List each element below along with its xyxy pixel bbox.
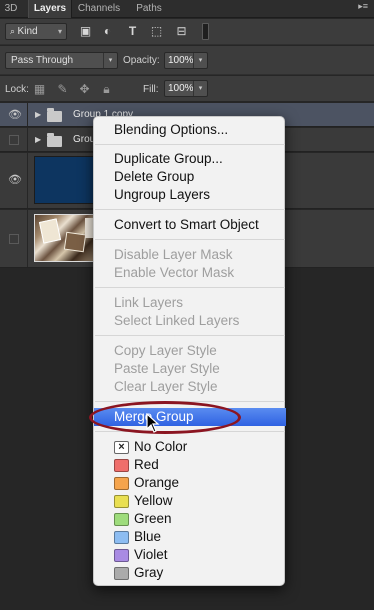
blend-mode-value: Pass Through [11, 55, 74, 66]
opacity-label: Opacity: [123, 55, 160, 66]
menu-item-clear-layer-style: Clear Layer Style [114, 379, 218, 394]
panel-tab-bar: 3D Layers Channels Paths ▸≡ [0, 0, 374, 18]
disclosure-triangle-icon[interactable]: ▶ [35, 135, 41, 144]
menu-separator [95, 335, 285, 336]
pixel-filter-icon[interactable]: ▣ [79, 25, 92, 38]
menu-item-color-orange[interactable]: Orange [134, 474, 179, 492]
disclosure-triangle-icon[interactable]: ▶ [35, 110, 41, 119]
layer-filter-bar: ⌕ Kind ▾ ▣ ◐ T ⬚ ⊟ [0, 19, 374, 45]
color-swatch-blue [114, 531, 129, 544]
search-icon: ⌕ [10, 26, 18, 36]
smart-object-filter-icon[interactable]: ⊟ [175, 25, 188, 38]
visibility-column: 👁︎ [0, 103, 28, 126]
menu-item-select-linked-layers: Select Linked Layers [114, 313, 240, 328]
opacity-value: 100% [168, 55, 194, 66]
menu-item-blending-options[interactable]: Blending Options... [114, 121, 228, 139]
adjustment-filter-icon[interactable]: ◐ [101, 25, 114, 38]
menu-item-copy-layer-style: Copy Layer Style [114, 343, 217, 358]
color-swatch-green [114, 513, 129, 526]
color-swatch-gray [114, 567, 129, 580]
visibility-column [0, 128, 28, 151]
eye-icon[interactable]: 👁︎ [8, 173, 22, 186]
menu-separator [95, 287, 285, 288]
menu-item-color-yellow[interactable]: Yellow [134, 492, 173, 510]
filter-toggle-switch[interactable] [202, 23, 209, 40]
menu-item-disable-layer-mask: Disable Layer Mask [114, 247, 233, 262]
mouse-cursor-icon [146, 413, 160, 433]
type-filter-icon[interactable]: T [126, 25, 139, 38]
visibility-off-icon[interactable] [9, 234, 19, 244]
menu-item-color-blue[interactable]: Blue [134, 528, 161, 546]
menu-item-color-green[interactable]: Green [134, 510, 172, 528]
lock-transparent-icon[interactable]: ▦ [33, 83, 46, 96]
color-swatch-orange [114, 477, 129, 490]
eye-icon[interactable]: 👁︎ [8, 108, 22, 121]
chevron-down-icon: ▾ [57, 27, 62, 36]
menu-item-convert-to-smart-object[interactable]: Convert to Smart Object [114, 216, 259, 234]
folder-icon [47, 108, 62, 122]
lock-position-icon[interactable]: ✥ [78, 83, 91, 96]
opacity-field[interactable]: 100% ▾ [164, 52, 208, 69]
menu-item-color-gray[interactable]: Gray [134, 564, 163, 582]
color-swatch-violet [114, 549, 129, 562]
visibility-off-icon[interactable] [9, 135, 19, 145]
chevron-down-icon: ▾ [103, 53, 117, 68]
menu-item-duplicate-group[interactable]: Duplicate Group... [114, 150, 223, 168]
layer-context-menu: Blending Options... Duplicate Group... D… [93, 116, 286, 586]
lock-image-icon[interactable]: ✎ [56, 83, 69, 96]
tab-layers[interactable]: Layers [28, 0, 72, 18]
lock-bar: Lock: ▦ ✎ ✥ 🔒︎ Fill: 100% ▾ [0, 76, 374, 102]
menu-separator [95, 144, 285, 145]
panel-menu-icon[interactable]: ▸≡ [358, 1, 368, 12]
annotation-ellipse [89, 401, 241, 434]
folder-icon [47, 133, 62, 147]
menu-item-enable-vector-mask: Enable Vector Mask [114, 265, 235, 280]
lock-label: Lock: [5, 84, 29, 95]
layer-thumbnail [34, 156, 100, 204]
visibility-column: 👁︎ [0, 153, 28, 208]
menu-item-paste-layer-style: Paste Layer Style [114, 361, 220, 376]
tab-paths[interactable]: Paths [130, 0, 168, 18]
fill-value: 100% [168, 83, 194, 94]
color-swatch-yellow [114, 495, 129, 508]
tab-channels[interactable]: Channels [74, 0, 124, 18]
visibility-column [0, 210, 28, 267]
menu-separator [95, 239, 285, 240]
menu-item-ungroup-layers[interactable]: Ungroup Layers [114, 186, 210, 204]
menu-item-link-layers: Link Layers [114, 295, 184, 310]
filter-kind-select[interactable]: ⌕ Kind ▾ [5, 23, 67, 40]
no-color-icon: × [114, 441, 129, 454]
color-swatch-red [114, 459, 129, 472]
chevron-down-icon: ▾ [193, 53, 207, 68]
menu-item-color-red[interactable]: Red [134, 456, 159, 474]
blend-mode-select[interactable]: Pass Through ▾ [5, 52, 118, 69]
fill-label: Fill: [143, 84, 159, 95]
chevron-down-icon: ▾ [193, 81, 207, 96]
fill-field[interactable]: 100% ▾ [164, 80, 208, 97]
shape-filter-icon[interactable]: ⬚ [150, 25, 163, 38]
blend-mode-bar: Pass Through ▾ Opacity: 100% ▾ [0, 46, 374, 75]
menu-item-color-violet[interactable]: Violet [134, 546, 168, 564]
tab-3d[interactable]: 3D [0, 0, 22, 18]
lock-all-icon[interactable]: 🔒︎ [100, 83, 113, 96]
menu-item-delete-group[interactable]: Delete Group [114, 168, 194, 186]
filter-kind-label: Kind [17, 26, 38, 37]
menu-item-color-no-color[interactable]: No Color [134, 438, 187, 456]
layer-thumbnail [34, 214, 100, 262]
menu-separator [95, 209, 285, 210]
